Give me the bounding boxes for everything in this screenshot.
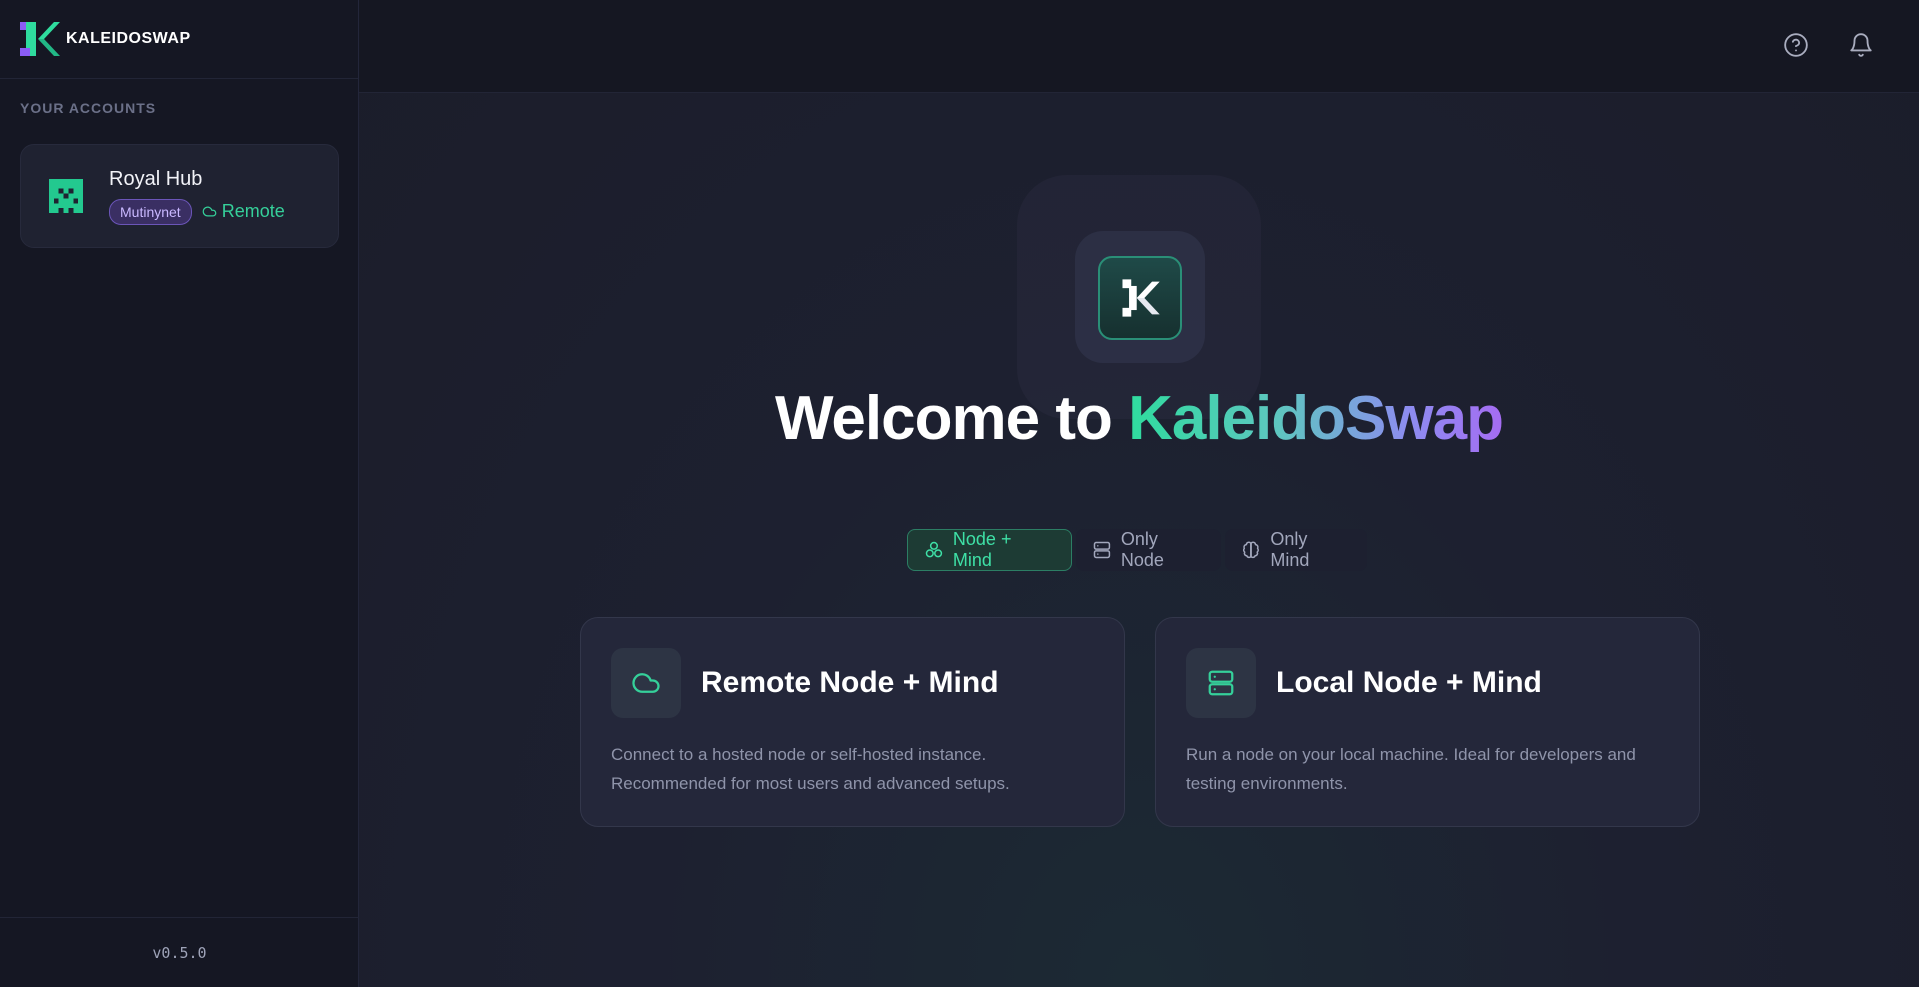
card-title: Remote Node + Mind [701, 666, 999, 699]
account-card-royal-hub[interactable]: Royal Hub Mutinynet Remote [20, 144, 339, 248]
cloud-icon [202, 206, 217, 217]
server-icon [1208, 670, 1234, 696]
connection-type: Remote [202, 201, 285, 222]
bell-icon [1850, 33, 1872, 57]
account-info: Royal Hub Mutinynet Remote [109, 168, 285, 225]
sidebar-header: KALEIDOSWAP [0, 0, 358, 79]
topbar [359, 0, 1919, 93]
card-title: Local Node + Mind [1276, 666, 1542, 699]
card-icon-container [611, 648, 681, 718]
app-root: KALEIDOSWAP YOUR ACCOUNTS Royal Hub Muti… [0, 0, 1919, 987]
sidebar: KALEIDOSWAP YOUR ACCOUNTS Royal Hub Muti… [0, 0, 359, 987]
welcome-heading: Welcome to KaleidoSwap [359, 383, 1919, 454]
brand[interactable]: KALEIDOSWAP [20, 18, 191, 60]
account-tags: Mutinynet Remote [109, 198, 285, 225]
pixel-avatar-icon [49, 179, 83, 213]
sidebar-footer: v0.5.0 [0, 917, 359, 987]
tab-node-mind[interactable]: Node + Mind [907, 529, 1072, 571]
account-name: Royal Hub [109, 167, 203, 190]
card-description: Connect to a hosted node or self-hosted … [611, 745, 1010, 793]
server-icon [1093, 541, 1111, 559]
welcome-brand: KaleidoSwap [1128, 384, 1504, 453]
card-header: Remote Node + Mind [611, 648, 1094, 718]
card-icon-container [1186, 648, 1256, 718]
main-content: Welcome to KaleidoSwap Node + Mind Only … [359, 0, 1919, 987]
welcome-prefix: Welcome to [775, 384, 1129, 453]
brain-icon [1243, 541, 1260, 559]
help-circle-icon [1784, 33, 1808, 57]
brand-name: KALEIDOSWAP [66, 30, 191, 47]
help-button[interactable] [1782, 31, 1810, 59]
card-description: Run a node on your local machine. Ideal … [1186, 745, 1636, 793]
network-badge: Mutinynet [109, 198, 192, 225]
tab-only-node[interactable]: Only Node [1075, 529, 1222, 571]
mode-tabs: Node + Mind Only Node Only Mind [907, 528, 1367, 572]
hero-logo [1098, 256, 1182, 340]
app-version: v0.5.0 [152, 943, 207, 962]
kaleidoswap-logo-icon [20, 22, 60, 56]
local-node-mind-card[interactable]: Local Node + Mind Run a node on your loc… [1155, 617, 1700, 827]
tab-only-mind[interactable]: Only Mind [1225, 529, 1367, 571]
connection-type-label: Remote [221, 201, 285, 221]
notifications-button[interactable] [1847, 31, 1875, 59]
node-mind-icon [925, 541, 943, 558]
card-header: Local Node + Mind [1186, 648, 1669, 718]
accounts-section-label: YOUR ACCOUNTS [20, 100, 157, 116]
tab-label: Only Mind [1270, 529, 1310, 570]
tab-label: Only Node [1120, 529, 1164, 570]
kaleidoswap-mark-icon [1122, 279, 1160, 317]
remote-node-mind-card[interactable]: Remote Node + Mind Connect to a hosted n… [580, 617, 1125, 827]
tab-label: Node + Mind [952, 529, 1012, 570]
cloud-icon [632, 673, 660, 693]
